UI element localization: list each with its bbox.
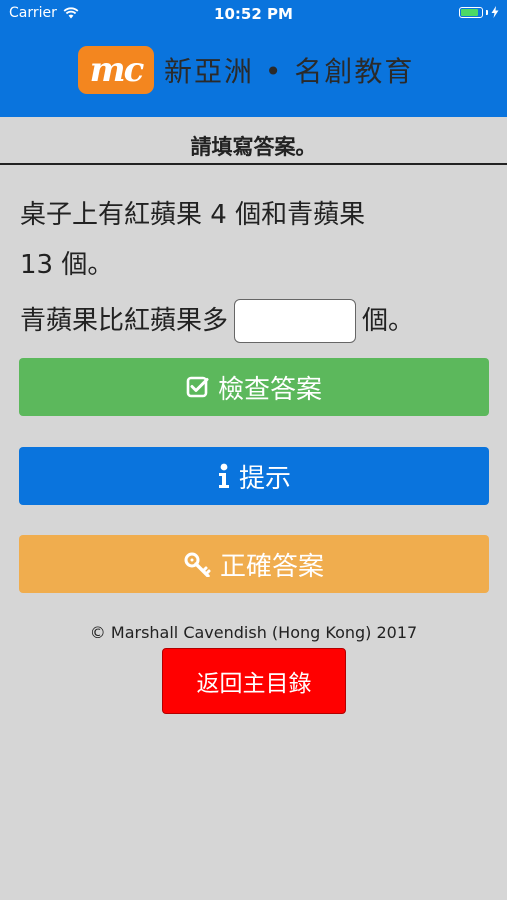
- question-block: 桌子上有紅蘋果 4 個和青蘋果 13 個。 青蘋果比紅蘋果多 個。: [20, 190, 490, 346]
- back-to-menu-button[interactable]: 返回主目錄: [162, 648, 346, 714]
- charging-icon: [491, 6, 499, 18]
- back-to-menu-label: 返回主目錄: [196, 671, 312, 697]
- brand-logo: mc 新亞洲 • 名創教育: [78, 46, 414, 94]
- instruction-bar: 請填寫答案。: [0, 117, 507, 165]
- answer-line: 青蘋果比紅蘋果多 個。: [20, 296, 490, 346]
- answer-prefix: 青蘋果比紅蘋果多: [20, 306, 229, 336]
- logo-mark: mc: [78, 46, 154, 94]
- check-answer-label: 檢查答案: [217, 374, 322, 405]
- show-answer-label: 正確答案: [219, 551, 324, 582]
- show-answer-button[interactable]: 正確答案: [19, 535, 489, 593]
- info-icon: [217, 463, 231, 489]
- status-bar: Carrier 10:52 PM: [0, 0, 507, 28]
- question-line-1: 桌子上有紅蘋果 4 個和青蘋果: [20, 200, 366, 230]
- check-square-icon: [186, 375, 210, 399]
- copyright-text: © Marshall Cavendish (Hong Kong) 2017: [89, 623, 418, 642]
- answer-suffix: 個。: [362, 306, 415, 336]
- hint-label: 提示: [238, 463, 291, 494]
- check-answer-button[interactable]: 檢查答案: [19, 358, 489, 416]
- status-time: 10:52 PM: [214, 5, 293, 23]
- app-header: Carrier 10:52 PM mc 新亞洲 • 名創教育: [0, 0, 507, 117]
- battery-indicator: [459, 6, 499, 18]
- battery-icon: [459, 6, 483, 18]
- answer-input[interactable]: [234, 299, 357, 343]
- question-line-2: 13 個。: [20, 250, 114, 280]
- logo-text: 新亞洲 • 名創教育: [164, 55, 415, 88]
- key-icon: [184, 551, 212, 577]
- hint-button[interactable]: 提示: [19, 447, 489, 505]
